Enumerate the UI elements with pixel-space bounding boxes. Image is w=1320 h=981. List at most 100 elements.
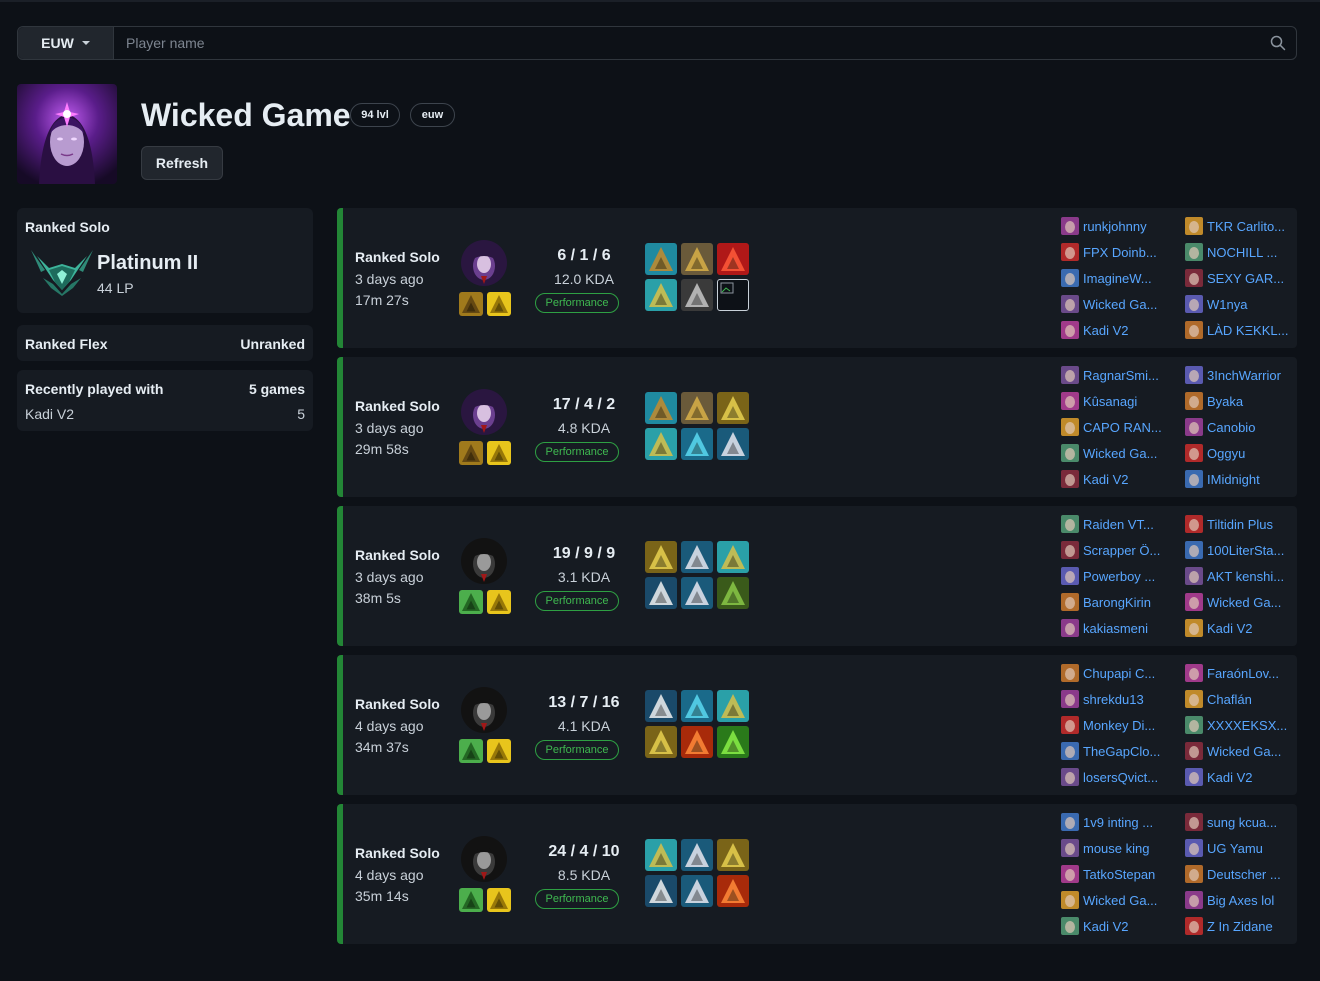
player-champion-icon: [1061, 541, 1079, 559]
performance-button[interactable]: Performance: [535, 293, 619, 313]
player-link[interactable]: W1nya: [1185, 294, 1247, 314]
match-card[interactable]: Ranked Solo 4 days ago 35m 14s 24 / 4 / 10 8…: [337, 804, 1297, 944]
player-name-label: Kadi V2: [1207, 769, 1253, 785]
performance-button[interactable]: Performance: [535, 889, 619, 909]
player-link[interactable]: mouse king: [1061, 838, 1149, 858]
player-link[interactable]: kakiasmeni: [1061, 618, 1148, 638]
item-icon: [645, 541, 677, 573]
player-link[interactable]: Z In Zidane: [1185, 916, 1273, 936]
match-card[interactable]: Ranked Solo 3 days ago 29m 58s 17 / 4 / 2 4.…: [337, 357, 1297, 497]
player-link[interactable]: TheGapClo...: [1061, 741, 1160, 761]
player-name-label: sung kcua...: [1207, 814, 1278, 830]
player-link[interactable]: losersQvict...: [1061, 767, 1158, 787]
player-champion-icon: [1061, 839, 1079, 857]
match-queue: Ranked Solo: [355, 249, 440, 265]
player-name-label: Kûsanagi: [1083, 393, 1138, 409]
player-link[interactable]: SEXY GAR...: [1185, 268, 1284, 288]
champion-icon: [461, 687, 507, 733]
player-name-label: Wicked Ga...: [1207, 594, 1282, 610]
match-duration: 29m 58s: [355, 441, 409, 457]
player-link[interactable]: Wicked Ga...: [1061, 443, 1157, 463]
player-link[interactable]: Kadi V2: [1185, 618, 1253, 638]
player-link[interactable]: Kadi V2: [1185, 767, 1253, 787]
player-link[interactable]: Chaflán: [1185, 689, 1252, 709]
performance-button[interactable]: Performance: [535, 740, 619, 760]
player-link[interactable]: 100LiterSta...: [1185, 540, 1284, 560]
player-link[interactable]: BarongKirin: [1061, 592, 1151, 612]
player-champion-icon: [1185, 444, 1203, 462]
player-link[interactable]: Kûsanagi: [1061, 391, 1137, 411]
region-select[interactable]: EUW: [18, 27, 114, 59]
match-players: runkjohnny FPX Doinb... ImagineW... Wicked …: [1061, 216, 1297, 340]
player-link[interactable]: shrekdu13: [1061, 689, 1144, 709]
player-link[interactable]: Wicked Ga...: [1185, 592, 1281, 612]
recent-player-row[interactable]: Kadi V2 5: [25, 406, 305, 422]
player-link[interactable]: runkjohnny: [1061, 216, 1147, 236]
performance-button[interactable]: Performance: [535, 591, 619, 611]
player-name-label: NOCHILL ...: [1207, 244, 1278, 260]
player-link[interactable]: FaraónLov...: [1185, 663, 1279, 683]
player-name-label: Wicked Ga...: [1083, 296, 1158, 312]
recently-played-card: Recently played with 5 games Kadi V2 5: [17, 370, 313, 431]
player-name-label: XXXXEKSX...: [1207, 717, 1288, 733]
performance-button[interactable]: Performance: [535, 442, 619, 462]
player-name-label: FPX Doinb...: [1083, 244, 1157, 260]
player-link[interactable]: Canobio: [1185, 417, 1255, 437]
player-champion-icon: [1061, 664, 1079, 682]
player-name-label: CAPO RAN...: [1083, 419, 1162, 435]
player-link[interactable]: UG Yamu: [1185, 838, 1263, 858]
player-link[interactable]: RagnarSmi...: [1061, 365, 1159, 385]
player-link[interactable]: LÀD KΞKKL...: [1185, 320, 1288, 340]
player-name-label: TKR Carlito...: [1207, 218, 1286, 234]
player-link[interactable]: Powerboy ...: [1061, 566, 1155, 586]
player-link[interactable]: AKT kenshi...: [1185, 566, 1284, 586]
player-link[interactable]: Wicked Ga...: [1185, 741, 1281, 761]
player-name-label: LÀD KΞKKL...: [1207, 322, 1289, 338]
player-link[interactable]: FPX Doinb...: [1061, 242, 1157, 262]
player-champion-icon: [1061, 470, 1079, 488]
item-icon: [681, 279, 713, 311]
player-link[interactable]: Deutscher ...: [1185, 864, 1281, 884]
player-link[interactable]: Big Axes lol: [1185, 890, 1274, 910]
player-link[interactable]: Scrapper Ö...: [1061, 540, 1160, 560]
player-link[interactable]: Tiltidin Plus: [1185, 514, 1273, 534]
player-link[interactable]: Kadi V2: [1061, 916, 1129, 936]
search-icon[interactable]: [1260, 27, 1296, 59]
item-icon: [717, 839, 749, 871]
player-name-label: Z In Zidane: [1207, 918, 1273, 934]
player-name-input[interactable]: [114, 27, 1260, 59]
player-link[interactable]: ImagineW...: [1061, 268, 1152, 288]
player-name-label: 1v9 inting ...: [1083, 814, 1154, 830]
match-card[interactable]: Ranked Solo 3 days ago 17m 27s 6 / 1 / 6 12.…: [337, 208, 1297, 348]
item-icon: [681, 243, 713, 275]
match-card[interactable]: Ranked Solo 4 days ago 34m 37s 13 / 7 / 16 4…: [337, 655, 1297, 795]
player-link[interactable]: 1v9 inting ...: [1061, 812, 1153, 832]
player-link[interactable]: IMidnight: [1185, 469, 1260, 489]
player-champion-icon: [1061, 321, 1079, 339]
item-icon: [645, 243, 677, 275]
player-link[interactable]: 3InchWarrior: [1185, 365, 1281, 385]
player-link[interactable]: XXXXEKSX...: [1185, 715, 1287, 735]
chevron-down-icon: [81, 41, 90, 45]
match-card[interactable]: Ranked Solo 3 days ago 38m 5s 19 / 9 / 9 3.1…: [337, 506, 1297, 646]
match-date: 4 days ago: [355, 718, 424, 734]
player-name-label: Big Axes lol: [1207, 892, 1275, 908]
player-link[interactable]: TatkoStepan: [1061, 864, 1155, 884]
player-link[interactable]: Monkey Di...: [1061, 715, 1155, 735]
player-link[interactable]: Oggyu: [1185, 443, 1245, 463]
player-link[interactable]: Byaka: [1185, 391, 1243, 411]
player-link[interactable]: Chupapi C...: [1061, 663, 1155, 683]
player-link[interactable]: TKR Carlito...: [1185, 216, 1285, 236]
player-link[interactable]: Raiden VT...: [1061, 514, 1154, 534]
player-link[interactable]: Kadi V2: [1061, 320, 1129, 340]
refresh-button[interactable]: Refresh: [141, 146, 223, 180]
item-icon: [645, 839, 677, 871]
player-link[interactable]: sung kcua...: [1185, 812, 1277, 832]
player-name-label: Powerboy ...: [1083, 568, 1156, 584]
player-link[interactable]: NOCHILL ...: [1185, 242, 1277, 262]
champion-icon: [461, 836, 507, 882]
player-link[interactable]: Wicked Ga...: [1061, 294, 1157, 314]
player-link[interactable]: Wicked Ga...: [1061, 890, 1157, 910]
player-link[interactable]: Kadi V2: [1061, 469, 1129, 489]
player-link[interactable]: CAPO RAN...: [1061, 417, 1162, 437]
